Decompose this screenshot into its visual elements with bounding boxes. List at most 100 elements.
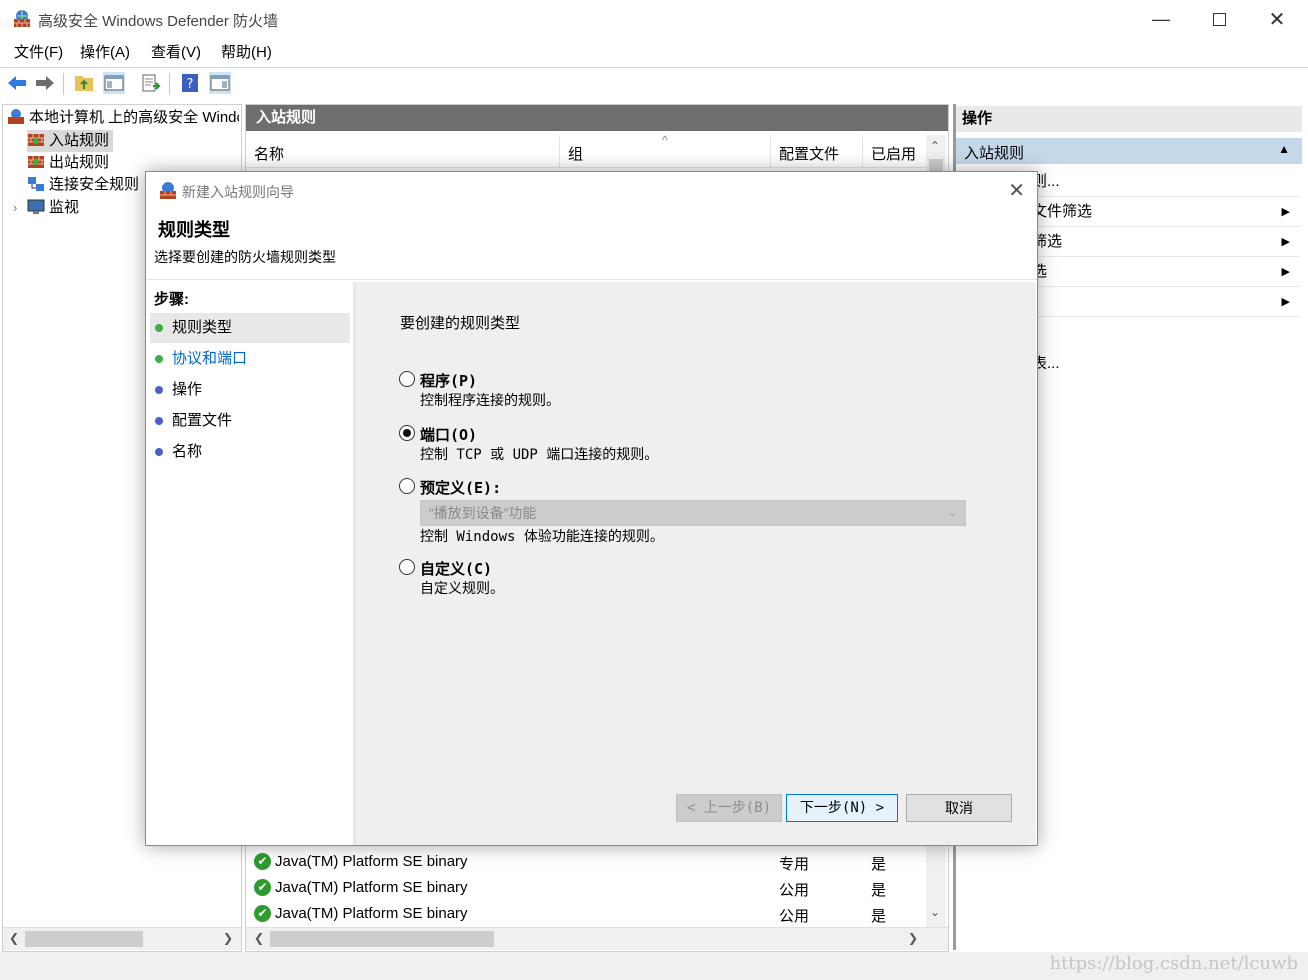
scrollbar-thumb[interactable] bbox=[270, 931, 494, 947]
new-inbound-rule-wizard: 新建入站规则向导 ✕ 规则类型 选择要创建的防火墙规则类型 步骤: 规则类型 协… bbox=[145, 171, 1038, 846]
tree-item-outbound-rules[interactable]: 出站规则 bbox=[27, 152, 109, 174]
dialog-title: 新建入站规则向导 bbox=[182, 184, 294, 200]
scroll-left-icon[interactable]: ❮ bbox=[254, 931, 264, 945]
column-headers: 名称 组 ^ 配置文件 已启用 bbox=[246, 133, 926, 168]
window-title: 高级安全 Windows Defender 防火墙 bbox=[38, 13, 279, 30]
step-label: 规则类型 bbox=[172, 319, 233, 336]
radio-custom[interactable] bbox=[399, 559, 415, 575]
option-predefined-label[interactable]: 预定义(E): bbox=[420, 477, 501, 498]
menu-action[interactable]: 操作(A) bbox=[80, 40, 130, 66]
scroll-left-icon[interactable]: ❮ bbox=[9, 931, 19, 945]
scroll-right-icon[interactable]: ❯ bbox=[223, 931, 233, 945]
minimize-icon: — bbox=[1152, 8, 1170, 29]
option-program-desc: 控制程序连接的规则。 bbox=[420, 393, 560, 409]
scroll-right-icon[interactable]: ❯ bbox=[908, 931, 918, 945]
rule-profile: 专用 bbox=[779, 856, 810, 873]
allow-check-icon: ✔ bbox=[254, 853, 271, 870]
next-button[interactable]: 下一步(N) > bbox=[786, 794, 898, 822]
step-name: 名称 bbox=[150, 437, 350, 467]
steps-title: 步骤: bbox=[154, 291, 189, 308]
maximize-icon bbox=[1212, 12, 1226, 26]
step-action: 操作 bbox=[150, 375, 350, 405]
svg-text:?: ? bbox=[187, 77, 194, 92]
table-row[interactable]: ✔ Java(TM) Platform SE binary 公用 是 bbox=[246, 901, 926, 927]
back-arrow-icon[interactable] bbox=[6, 72, 28, 94]
up-folder-icon[interactable] bbox=[73, 72, 95, 94]
expand-arrow-icon[interactable]: › bbox=[13, 197, 27, 219]
column-enabled[interactable]: 已启用 bbox=[871, 143, 916, 164]
chevron-down-icon: ⌄ bbox=[947, 507, 957, 519]
dialog-close-button[interactable]: ✕ bbox=[1008, 178, 1025, 203]
tree-item-monitor[interactable]: › 监视 bbox=[13, 197, 79, 219]
step-label[interactable]: 协议和端口 bbox=[172, 344, 247, 374]
dropdown-value: “播放到设备”功能 bbox=[429, 505, 537, 521]
forward-arrow-icon[interactable] bbox=[34, 72, 56, 94]
close-icon: ✕ bbox=[1268, 8, 1286, 31]
rule-profile: 公用 bbox=[779, 908, 810, 925]
rule-name: Java(TM) Platform SE binary bbox=[275, 905, 468, 922]
radio-port[interactable] bbox=[399, 425, 415, 441]
rule-enabled: 是 bbox=[871, 856, 887, 873]
menu-view[interactable]: 查看(V) bbox=[151, 40, 201, 66]
step-pending-dot-icon bbox=[155, 386, 163, 394]
predefined-dropdown[interactable]: “播放到设备”功能 ⌄ bbox=[420, 500, 966, 526]
actions-section-label: 入站规则 bbox=[964, 145, 1025, 162]
scroll-down-icon[interactable]: ⌄ bbox=[930, 905, 940, 919]
column-profile[interactable]: 配置文件 bbox=[779, 143, 839, 164]
rule-enabled: 是 bbox=[871, 882, 887, 899]
show-hide-tree-icon[interactable] bbox=[103, 72, 125, 94]
rule-type-question: 要创建的规则类型 bbox=[400, 315, 521, 332]
title-bar: 高级安全 Windows Defender 防火墙 — ✕ bbox=[0, 0, 1308, 38]
column-divider[interactable] bbox=[559, 135, 560, 167]
left-horizontal-scrollbar[interactable]: ❮ ❯ bbox=[3, 927, 241, 950]
tree-item-connection-security[interactable]: 连接安全规则 bbox=[27, 174, 139, 196]
watermark: https://blog.csdn.net/lcuwb bbox=[1049, 953, 1298, 974]
step-complete-dot-icon bbox=[155, 355, 163, 363]
tree-item-label: 连接安全规则 bbox=[49, 176, 140, 193]
show-hide-action-pane-icon[interactable] bbox=[209, 72, 231, 94]
action-label: 文件筛选 bbox=[1032, 203, 1093, 220]
outbound-rules-icon bbox=[27, 154, 45, 170]
column-divider[interactable] bbox=[770, 135, 771, 167]
column-divider[interactable] bbox=[862, 135, 863, 167]
option-predefined-desc: 控制 Windows 体验功能连接的规则。 bbox=[420, 529, 664, 545]
export-list-icon[interactable] bbox=[140, 72, 162, 94]
radio-program[interactable] bbox=[399, 371, 415, 387]
allow-check-icon: ✔ bbox=[254, 879, 271, 896]
option-custom-label[interactable]: 自定义(C) bbox=[420, 558, 492, 579]
tree-item-label: 监视 bbox=[49, 199, 80, 216]
step-profile: 配置文件 bbox=[150, 406, 350, 436]
column-group[interactable]: 组 bbox=[568, 143, 583, 164]
scrollbar-thumb[interactable] bbox=[25, 931, 143, 947]
rule-name: Java(TM) Platform SE binary bbox=[275, 879, 468, 896]
tree-root[interactable]: 本地计算机 上的高级安全 Windows Defender 防火墙 bbox=[7, 107, 239, 129]
table-row[interactable]: ✔ Java(TM) Platform SE binary 专用 是 bbox=[246, 849, 926, 875]
inbound-rules-icon bbox=[27, 132, 45, 148]
scroll-up-icon[interactable]: ⌃ bbox=[930, 139, 940, 153]
submenu-arrow-icon: ▶ bbox=[1281, 266, 1290, 278]
table-row[interactable]: ✔ Java(TM) Platform SE binary 公用 是 bbox=[246, 875, 926, 901]
submenu-arrow-icon: ▶ bbox=[1281, 236, 1290, 248]
option-program-label[interactable]: 程序(P) bbox=[420, 370, 477, 391]
rule-name: Java(TM) Platform SE binary bbox=[275, 853, 468, 870]
cancel-button[interactable]: 取消 bbox=[906, 794, 1012, 822]
maximize-button[interactable] bbox=[1190, 0, 1248, 38]
column-name[interactable]: 名称 bbox=[254, 143, 284, 164]
wizard-content-panel: 要创建的规则类型 程序(P) 控制程序连接的规则。 端口(O) 控制 TCP 或… bbox=[356, 282, 1036, 845]
step-protocol-and-ports[interactable]: 协议和端口 bbox=[150, 344, 350, 374]
firewall-icon bbox=[7, 109, 25, 125]
menu-help[interactable]: 帮助(H) bbox=[221, 40, 272, 66]
collapse-up-icon[interactable]: ▲ bbox=[1278, 142, 1290, 156]
back-button[interactable]: < 上一步(B) bbox=[676, 794, 782, 822]
middle-horizontal-scrollbar[interactable]: ❮ ❯ bbox=[246, 927, 948, 950]
help-icon[interactable]: ? bbox=[179, 72, 201, 94]
actions-section-inbound[interactable]: 入站规则 ▲ bbox=[956, 138, 1302, 164]
menu-file[interactable]: 文件(F) bbox=[14, 40, 63, 66]
minimize-button[interactable]: — bbox=[1132, 0, 1190, 38]
option-port-label[interactable]: 端口(O) bbox=[420, 424, 477, 445]
close-button[interactable]: ✕ bbox=[1248, 0, 1306, 38]
step-label: 名称 bbox=[172, 443, 203, 460]
tree-item-inbound-rules[interactable]: 入站规则 bbox=[27, 130, 114, 152]
step-complete-dot-icon bbox=[155, 324, 163, 332]
radio-predefined[interactable] bbox=[399, 478, 415, 494]
